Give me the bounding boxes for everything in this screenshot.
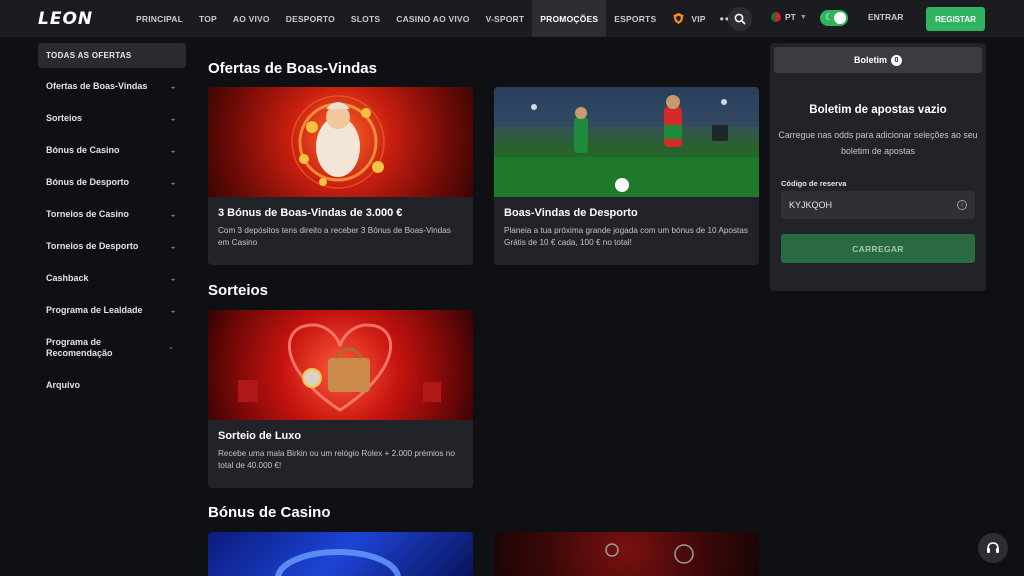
info-icon[interactable]: i [957,200,967,210]
chevron-down-icon: ▼ [799,13,807,21]
sidebar-item-bonus-casino[interactable]: Bónus de Casino ⌄ [38,145,186,156]
vip-shield-icon [673,12,684,25]
casino-blue-illustration [275,549,401,576]
sidebar-item-torneios-desporto[interactable]: Torneios de Desporto ⌄ [38,241,186,252]
promo-card-casino-bonus-2[interactable] [494,532,759,576]
nav-v-sport[interactable]: V-SPORT [478,0,533,37]
promo-card-title: Boas-Vindas de Desporto [504,207,638,219]
section-title-boas-vindas: Ofertas de Boas-Vindas [208,60,377,77]
sidebar-item-torneios-casino[interactable]: Torneios de Casino ⌄ [38,209,186,220]
load-button[interactable]: CARREGAR [781,234,975,263]
promo-card-description: Planeia a tua próxima grande jogada com … [504,226,748,247]
search-button[interactable] [728,7,752,31]
nav-vip-label: VIP [691,13,706,24]
login-button[interactable]: ENTRAR [868,12,903,22]
luxury-illustration [238,323,441,412]
casino-red-illustration [605,543,694,564]
promo-card-title: Sorteio de Luxo [218,430,302,442]
chevron-down-icon: ⌄ [170,307,176,314]
support-chat-button[interactable] [978,533,1008,563]
sidebar-item-label: Cashback [46,273,89,283]
promo-card-sorteio-luxo[interactable]: Sorteio de Luxo Recebe uma mala Birkin o… [208,310,473,488]
sidebar-item-label: Torneios de Desporto [46,241,139,251]
sidebar-item-cashback[interactable]: Cashback ⌄ [38,273,186,284]
theme-toggle[interactable]: ☾ [820,10,848,26]
chevron-down-icon: ⌄ [170,211,176,218]
chevron-down-icon: ⌄ [170,243,176,250]
nav-promocoes[interactable]: PROMOÇÕES [532,0,607,37]
promo-card-casino-welcome[interactable]: 3 Bónus de Boas-Vindas de 3.000 € Com 3 … [208,87,473,265]
logo[interactable]: LEON [38,9,118,29]
football-illustration [494,87,759,197]
chevron-down-icon: ⌄ [170,275,176,282]
promo-card-sport-welcome[interactable]: Boas-Vindas de Desporto Planeia a tua pr… [494,87,759,265]
nav-desporto[interactable]: DESPORTO [278,0,343,37]
nav-principal[interactable]: PRINCIPAL [128,0,191,37]
language-selector[interactable]: PT ▼ [771,12,807,22]
promo-card-casino-bonus-1[interactable] [208,532,473,576]
promo-image-casino-red [494,532,759,576]
section-title-bonus-casino: Bónus de Casino [208,504,331,521]
promo-image-zeus [208,87,473,197]
support-icon [987,542,999,553]
sidebar-item-label: Programa de Recomendação [46,337,113,358]
chevron-down-icon: ⌄ [168,344,174,351]
chevron-down-icon: ⌄ [170,147,176,154]
moon-icon: ☾ [825,12,834,22]
sidebar-item-label: Arquivo [46,380,81,390]
main-nav: PRINCIPAL TOP AO VIVO DESPORTO SLOTS CAS… [128,0,741,37]
search-icon [734,13,746,25]
top-navbar: LEON PRINCIPAL TOP AO VIVO DESPORTO SLOT… [0,0,1024,37]
sidebar-item-boas-vindas[interactable]: Ofertas de Boas-Vindas ⌄ [38,81,186,92]
sidebar-item-label: Programa de Lealdade [46,305,143,315]
chevron-down-icon: ⌄ [170,115,176,122]
section-title-sorteios: Sorteios [208,282,269,299]
promo-card-title: 3 Bónus de Boas-Vindas de 3.000 € [218,207,403,219]
promo-card-description: Recebe uma mala Birkin ou um relógio Rol… [218,449,455,470]
nav-vip[interactable]: VIP [664,0,713,37]
chevron-down-icon: ⌄ [170,83,176,90]
sidebar-item-label: Bónus de Desporto [46,177,130,187]
promo-image-luxury [208,310,473,420]
sidebar-item-arquivo[interactable]: Arquivo [38,380,186,391]
nav-ao-vivo[interactable]: AO VIVO [225,0,278,37]
sidebar-item-lealdade[interactable]: Programa de Lealdade ⌄ [38,305,186,316]
sidebar-item-recomendacao[interactable]: Programa de Recomendação [38,337,138,359]
promo-image-football [494,87,759,197]
betslip-empty-title: Boletim de apostas vazio [809,104,947,116]
promotions-sidebar: TODAS AS OFERTAS Ofertas de Boas-Vindas … [38,43,186,390]
nav-slots[interactable]: SLOTS [343,0,388,37]
betslip-panel: Boletim 0 Boletim de apostas vazio Carre… [770,43,986,291]
sidebar-item-label: Torneios de Casino [46,209,129,219]
chevron-down-icon: ⌄ [170,179,176,186]
portugal-flag-icon [771,12,781,22]
sidebar-item-label: Sorteios [46,113,83,123]
promo-card-description: Com 3 depósitos tens direito a receber 3… [218,226,451,247]
zeus-illustration [291,95,385,189]
toggle-knob [834,12,846,24]
booking-code-input[interactable] [781,191,975,219]
betslip-count-badge: 0 [891,54,902,66]
sidebar-item-sorteios[interactable]: Sorteios ⌄ [38,113,186,124]
language-label: PT [785,12,796,22]
nav-casino-ao-vivo[interactable]: CASINO AO VIVO [388,0,477,37]
betslip-tab-label: Boletim [853,55,887,65]
sidebar-item-label: Ofertas de Boas-Vindas [46,81,148,91]
betslip-tab[interactable]: Boletim 0 [774,47,982,73]
sidebar-item-bonus-desporto[interactable]: Bónus de Desporto ⌄ [38,177,186,188]
sidebar-item-label: Bónus de Casino [46,145,120,155]
nav-esports[interactable]: ESPORTS [606,0,664,37]
betslip-empty-description: Carregue nas odds para adicionar seleçõe… [778,130,978,156]
promo-image-casino-blue [208,532,473,576]
register-button[interactable]: REGISTAR [926,7,985,31]
booking-code-label: Código de reserva [781,179,847,188]
nav-top[interactable]: TOP [191,0,225,37]
sidebar-item-all-offers[interactable]: TODAS AS OFERTAS [38,43,186,68]
